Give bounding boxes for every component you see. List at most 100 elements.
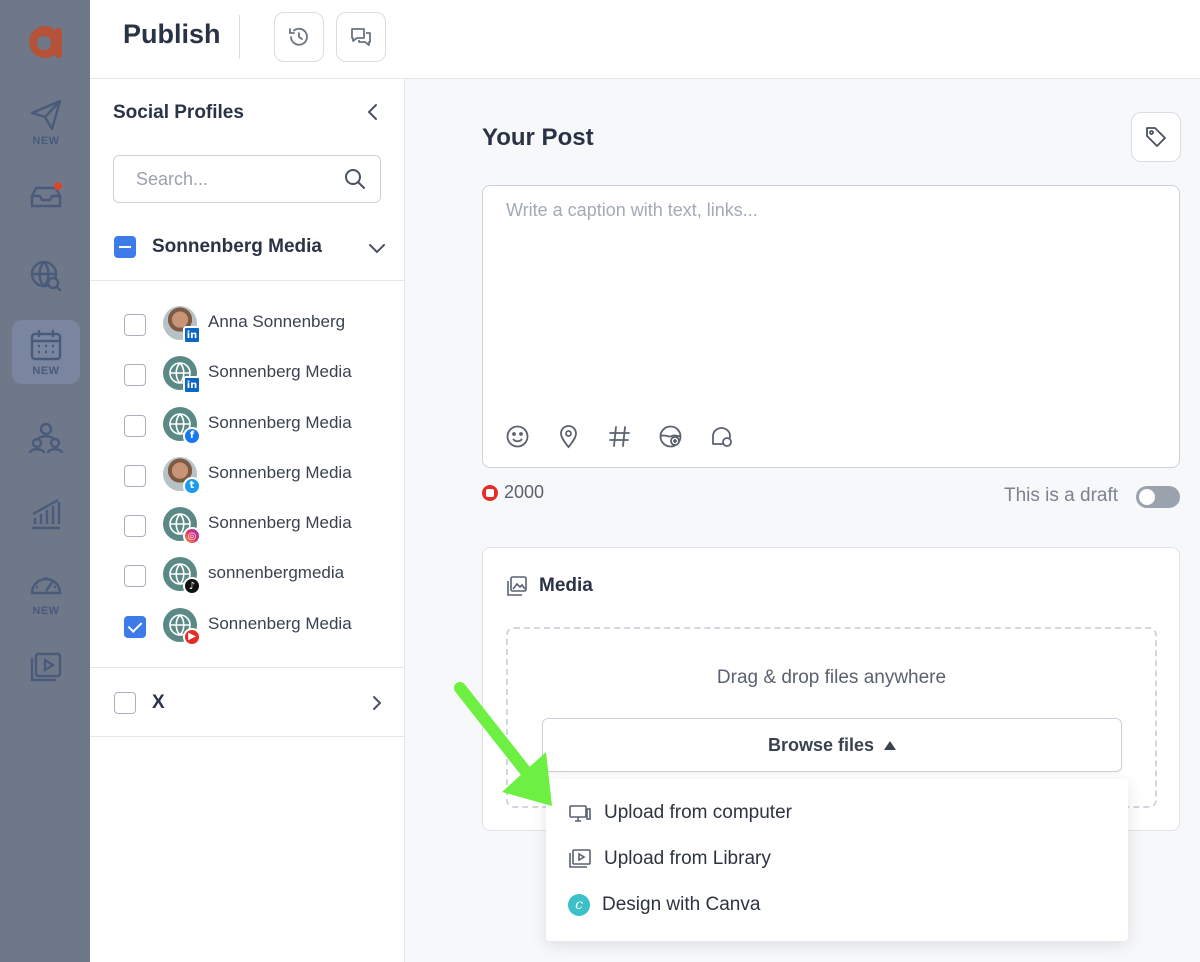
- profile-item[interactable]: in Anna Sonnenberg: [90, 304, 405, 354]
- canva-icon: c: [568, 894, 590, 916]
- linkedin-icon: in: [183, 326, 201, 344]
- tag-button[interactable]: [1131, 112, 1181, 162]
- comments-button[interactable]: [336, 12, 386, 62]
- location-button[interactable]: [556, 424, 581, 449]
- profile-checkbox[interactable]: [124, 464, 146, 487]
- profile-item[interactable]: in Sonnenberg Media: [90, 354, 405, 404]
- avatar: ♪: [163, 557, 201, 596]
- globe-button[interactable]: [658, 424, 683, 449]
- left-rail: NEW NEW NEW: [0, 0, 90, 962]
- profile-name: sonnenbergmedia: [208, 563, 345, 583]
- emoji-icon: [506, 425, 529, 448]
- upload-menu: Upload from computer Upload from Library…: [546, 779, 1128, 941]
- rail-item-inbox[interactable]: [12, 164, 80, 228]
- drop-instructions: Drag & drop files anywhere: [716, 667, 947, 688]
- rail-item-media-library[interactable]: [12, 636, 80, 700]
- linkedin-icon: in: [183, 376, 201, 395]
- profile-name: Sonnenberg Media: [208, 513, 352, 533]
- rail-item-listening[interactable]: [12, 244, 80, 308]
- draft-toggle[interactable]: [1136, 486, 1180, 508]
- profile-item[interactable]: ♪ sonnenbergmedia: [90, 555, 405, 605]
- inbox-icon: [30, 182, 62, 208]
- history-button[interactable]: [274, 12, 324, 62]
- profile-item[interactable]: ▶ Sonnenberg Media: [90, 606, 405, 656]
- library-icon: [569, 849, 591, 868]
- annotation-arrow: [454, 682, 552, 806]
- profile-checkbox[interactable]: [124, 314, 146, 336]
- group-checkbox-indeterminate[interactable]: [114, 236, 136, 258]
- profile-name: Sonnenberg Media: [208, 462, 352, 482]
- menu-item-label: Upload from Library: [604, 848, 771, 869]
- profile-item[interactable]: t Sonnenberg Media: [90, 455, 405, 505]
- profile-search: [113, 155, 381, 203]
- tiktok-icon: ♪: [183, 577, 201, 596]
- hashtag-button[interactable]: [607, 424, 632, 449]
- chat-icon: [351, 28, 371, 46]
- chat-bubble-icon: [712, 427, 732, 447]
- design-with-canva-item[interactable]: c Design with Canva: [568, 885, 760, 925]
- page-title: Publish: [123, 19, 221, 49]
- profile-name: Anna Sonnenberg: [208, 312, 346, 331]
- profile-checkbox-checked[interactable]: [124, 615, 146, 638]
- profile-checkbox[interactable]: [124, 515, 146, 538]
- character-count: 2000: [482, 482, 544, 503]
- caret-up-icon: [884, 740, 897, 750]
- new-badge: NEW: [32, 365, 60, 377]
- caption-editor: [482, 185, 1180, 468]
- browse-files-button[interactable]: Browse files: [542, 718, 1122, 772]
- mention-button[interactable]: [709, 424, 734, 449]
- group-name: X: [152, 692, 165, 713]
- avatar: ▶: [163, 607, 201, 646]
- profile-checkbox[interactable]: [124, 565, 146, 588]
- facebook-icon: f: [183, 426, 201, 445]
- search-icon[interactable]: [344, 168, 366, 190]
- team-icon: [28, 422, 64, 454]
- app-root: NEW NEW NEW Publish Social Profiles Sear…: [0, 0, 1200, 962]
- menu-item-label: Upload from computer: [604, 802, 792, 823]
- profile-group-row[interactable]: Sonnenberg Media: [90, 225, 405, 281]
- profile-list: in Anna Sonnenberg in Sonnenberg Media f…: [90, 304, 405, 656]
- hashtag-icon: [609, 426, 630, 447]
- new-badge: NEW: [32, 135, 60, 147]
- profile-group-x[interactable]: X: [90, 667, 405, 737]
- profile-item[interactable]: f Sonnenberg Media: [90, 405, 405, 455]
- profile-checkbox[interactable]: [124, 414, 146, 437]
- upload-from-library-item[interactable]: Upload from Library: [568, 839, 771, 879]
- twitter-icon: t: [183, 476, 201, 495]
- history-icon: [289, 27, 308, 46]
- profile-name: Sonnenberg Media: [208, 412, 352, 432]
- emoji-button[interactable]: [505, 424, 530, 449]
- search-input[interactable]: [114, 156, 334, 202]
- chevron-down-icon[interactable]: [367, 238, 387, 258]
- media-title: Media: [539, 575, 593, 596]
- location-pin-icon: [560, 425, 577, 449]
- globe-icon: [659, 425, 682, 448]
- tag-icon: [1146, 127, 1166, 147]
- profile-item[interactable]: ◎ Sonnenberg Media: [90, 505, 405, 555]
- group-name: Sonnenberg Media: [152, 236, 322, 257]
- rail-item-reports[interactable]: NEW: [12, 560, 80, 624]
- avatar: t: [163, 456, 201, 495]
- avatar: in: [163, 306, 201, 344]
- char-count-value: 2000: [504, 482, 545, 502]
- profile-name: Sonnenberg Media: [208, 362, 352, 382]
- new-badge: NEW: [32, 605, 60, 617]
- panel-title: Social Profiles: [113, 102, 244, 123]
- profile-name: Sonnenberg Media: [208, 613, 352, 633]
- draft-label: This is a draft: [1004, 485, 1119, 506]
- top-bar: Publish: [90, 0, 1200, 79]
- rail-item-calendar[interactable]: NEW: [12, 320, 80, 384]
- profile-checkbox[interactable]: [124, 364, 146, 387]
- rail-item-team[interactable]: [12, 406, 80, 470]
- upload-from-computer-item[interactable]: Upload from computer: [568, 793, 792, 833]
- avatar: in: [163, 356, 201, 395]
- chevron-right-icon[interactable]: [368, 694, 386, 712]
- app-logo[interactable]: [24, 20, 66, 62]
- rail-item-publish[interactable]: NEW: [12, 90, 80, 154]
- chevron-left-icon[interactable]: [362, 101, 384, 123]
- caption-input[interactable]: [483, 186, 1179, 406]
- rail-item-analytics[interactable]: [12, 482, 80, 546]
- gauge-icon: [30, 577, 62, 595]
- group-checkbox[interactable]: [114, 692, 136, 714]
- globe-search-icon: [30, 260, 62, 292]
